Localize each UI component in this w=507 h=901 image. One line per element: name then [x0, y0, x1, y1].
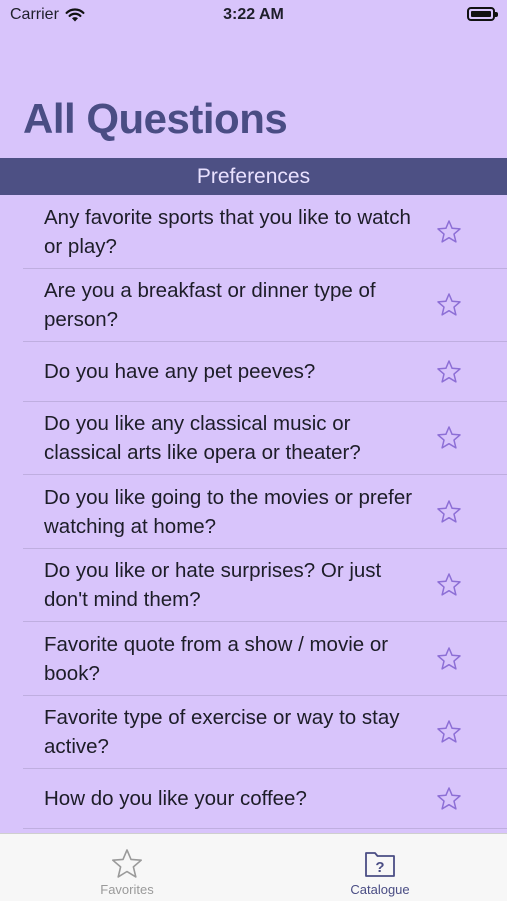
- question-text: Do you have any pet peeves?: [44, 360, 316, 383]
- list-item[interactable]: Do you like going to the movies or prefe…: [23, 475, 507, 549]
- question-text: Are you a breakfast or dinner type of pe…: [44, 279, 376, 331]
- favorite-star-icon[interactable]: [436, 572, 462, 598]
- list-item[interactable]: Favorite quote from a show / movie or bo…: [23, 622, 507, 696]
- tab-catalogue-label: Catalogue: [350, 882, 410, 897]
- list-item[interactable]: How do you like your coffee?: [23, 769, 507, 829]
- favorite-star-icon[interactable]: [436, 425, 462, 451]
- page-title: All Questions: [23, 95, 288, 142]
- section-header: Preferences: [0, 158, 507, 195]
- list-item[interactable]: Favorite type of exercise or way to stay…: [23, 696, 507, 769]
- list-item[interactable]: Do you like or hate surprises? Or just d…: [23, 549, 507, 622]
- favorite-star-icon[interactable]: [436, 719, 462, 745]
- list-item[interactable]: Any favorite sports that you like to wat…: [23, 195, 507, 269]
- question-list: Any favorite sports that you like to wat…: [0, 195, 507, 829]
- section-header-label: Preferences: [196, 164, 311, 188]
- question-text: Any favorite sports that you like to wat…: [44, 205, 411, 258]
- tab-favorites-label: Favorites: [100, 882, 154, 897]
- favorite-star-icon[interactable]: [436, 219, 462, 245]
- tab-favorites[interactable]: Favorites: [52, 834, 202, 901]
- favorite-star-icon[interactable]: [436, 646, 462, 672]
- tab-bar: Favorites ? Catalogue: [0, 833, 507, 901]
- star-icon: [112, 849, 142, 878]
- favorite-star-icon[interactable]: [436, 292, 462, 318]
- question-text: Favorite quote from a show / movie or bo…: [44, 632, 389, 685]
- question-text: Favorite type of exercise or way to stay…: [44, 706, 400, 758]
- status-bar: Carrier 3:22 AM: [0, 0, 507, 32]
- question-text: How do you like your coffee?: [44, 787, 307, 810]
- list-item[interactable]: Do you have any pet peeves?: [23, 342, 507, 402]
- favorite-star-icon[interactable]: [436, 786, 462, 812]
- question-text: Do you like or hate surprises? Or just d…: [44, 559, 382, 611]
- list-item[interactable]: Do you like any classical music or class…: [23, 402, 507, 475]
- battery-icon: [467, 7, 498, 21]
- status-time: 3:22 AM: [223, 6, 284, 23]
- favorite-star-icon[interactable]: [436, 499, 462, 525]
- tab-catalogue[interactable]: ? Catalogue: [305, 834, 455, 901]
- favorite-star-icon[interactable]: [436, 359, 462, 385]
- question-text: Do you like going to the movies or prefe…: [44, 485, 413, 538]
- catalogue-icon-glyph: ?: [375, 859, 384, 876]
- question-text: Do you like any classical music or class…: [44, 412, 361, 464]
- question-folder-icon: ?: [365, 852, 395, 877]
- list-item[interactable]: Are you a breakfast or dinner type of pe…: [23, 269, 507, 342]
